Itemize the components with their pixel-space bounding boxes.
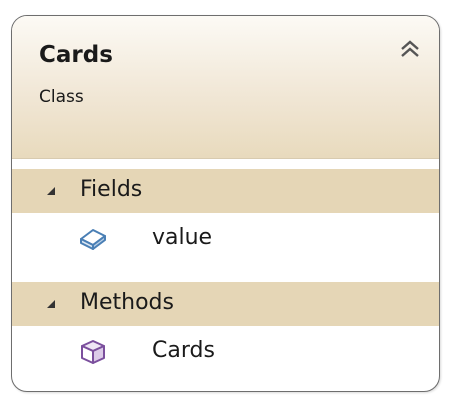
section-methods[interactable]: Methods: [12, 282, 439, 326]
method-icon: [81, 340, 105, 364]
section-label-methods: Methods: [80, 290, 174, 315]
class-kind-label: Class: [39, 87, 84, 107]
member-label: Cards: [152, 338, 215, 363]
member-method-cards[interactable]: Cards: [12, 329, 439, 375]
member-field-value[interactable]: value: [12, 216, 439, 262]
collapse-chevron-icon[interactable]: [397, 36, 423, 62]
expanded-triangle-icon[interactable]: [44, 297, 58, 311]
class-header[interactable]: Cards Class: [12, 16, 439, 158]
section-fields[interactable]: Fields: [12, 169, 439, 213]
member-label: value: [152, 225, 213, 250]
section-label-fields: Fields: [80, 177, 143, 202]
header-divider: [12, 158, 439, 159]
field-icon: [80, 229, 106, 250]
class-shape[interactable]: Cards Class Fields value Methods Cards: [11, 15, 440, 392]
class-name: Cards: [39, 42, 113, 68]
expanded-triangle-icon[interactable]: [44, 184, 58, 198]
